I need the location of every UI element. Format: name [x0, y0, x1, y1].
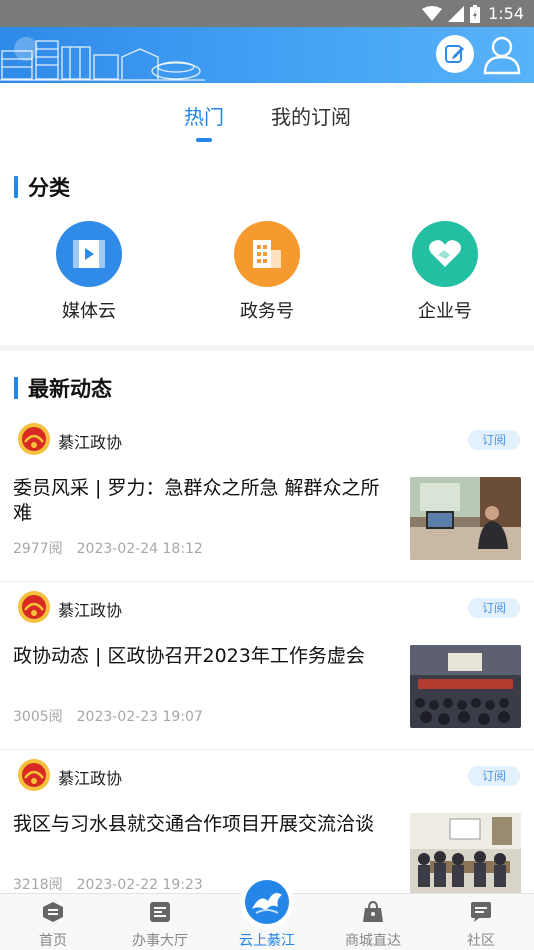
news-thumbnail[interactable]: [410, 645, 521, 728]
status-icons: [422, 4, 481, 23]
category-enterprise[interactable]: 企业号: [385, 221, 505, 323]
nav-label: 首页: [39, 933, 67, 949]
community-icon: [471, 902, 491, 922]
user-profile-button[interactable]: [481, 33, 523, 77]
edit-button[interactable]: [436, 35, 474, 73]
center-app-button[interactable]: [242, 877, 292, 927]
status-bar: 1:54: [0, 0, 534, 27]
edit-icon: [445, 45, 464, 63]
tab-my-subscriptions[interactable]: 我的订阅: [271, 101, 351, 130]
news-meta: 3005阅 2023-02-23 19:07: [13, 706, 203, 726]
news-views: 3005阅: [13, 709, 63, 725]
shopping-bag-icon: [363, 900, 383, 922]
video-icon: [73, 240, 105, 268]
tab-hot[interactable]: 热门: [184, 101, 224, 130]
status-time: 1:54: [488, 4, 524, 23]
section-divider: [0, 345, 534, 351]
nav-label: 商城直达: [345, 933, 401, 949]
section-accent-bar: [14, 176, 18, 198]
news-source-name: 綦江政协: [58, 601, 123, 620]
news-time: 2023-02-23 19:07: [76, 709, 203, 725]
news-title[interactable]: 委员风采 | 罗力：急群众之所急 解群众之所难: [13, 476, 395, 526]
news-thumbnail[interactable]: [410, 477, 521, 560]
news-item[interactable]: 綦江政协 订阅 委员风采 | 罗力：急群众之所急 解群众之所难 2977阅 202…: [0, 414, 534, 582]
battery-icon: [470, 4, 481, 23]
news-thumbnail[interactable]: [410, 813, 521, 896]
news-source-name: 綦江政协: [58, 433, 123, 452]
wifi-icon: [422, 5, 443, 21]
news-section-title: 最新动态: [14, 373, 112, 403]
active-tab-indicator: [196, 138, 212, 142]
subscribe-button[interactable]: 订阅: [468, 598, 520, 618]
user-icon: [483, 36, 521, 75]
categories-title-text: 分类: [28, 176, 70, 200]
news-time: 2023-02-24 18:12: [76, 541, 203, 557]
news-meta: 3218阅 2023-02-22 19:23: [13, 874, 203, 894]
news-title[interactable]: 我区与习水县就交通合作项目开展交流洽谈: [13, 812, 395, 837]
nav-mall[interactable]: 商城直达: [323, 894, 423, 950]
feed-tabs: 热门 我的订阅: [0, 83, 534, 145]
news-views: 3218阅: [13, 877, 63, 893]
signal-icon: [448, 5, 465, 22]
heart-handshake-icon: [429, 240, 461, 267]
service-hall-icon: [150, 902, 170, 922]
cppcc-emblem-icon: [18, 591, 50, 623]
category-media-cloud[interactable]: 媒体云: [29, 221, 149, 323]
home-icon: [43, 902, 63, 922]
nav-community[interactable]: 社区: [431, 894, 531, 950]
nav-home[interactable]: 首页: [3, 894, 103, 950]
category-label: 媒体云: [62, 301, 116, 322]
app-logo-icon: [245, 880, 289, 924]
subscribe-button[interactable]: 订阅: [468, 430, 520, 450]
news-views: 2977阅: [13, 541, 63, 557]
category-government[interactable]: 政务号: [207, 221, 327, 323]
nav-service-hall[interactable]: 办事大厅: [110, 894, 210, 950]
category-icon-bg: [412, 221, 478, 287]
building-icon: [253, 240, 281, 268]
nav-label: 社区: [467, 933, 495, 949]
news-title-text: 最新动态: [28, 377, 112, 401]
news-time: 2023-02-22 19:23: [76, 877, 203, 893]
top-header: [0, 27, 534, 83]
nav-label: 云上綦江: [239, 933, 295, 949]
category-icon-bg: [234, 221, 300, 287]
nav-label: 办事大厅: [132, 933, 188, 949]
cppcc-emblem-icon: [18, 423, 50, 455]
cppcc-emblem-icon: [18, 759, 50, 791]
section-accent-bar: [14, 377, 18, 399]
news-source-name: 綦江政协: [58, 769, 123, 788]
subscribe-button[interactable]: 订阅: [468, 766, 520, 786]
news-meta: 2977阅 2023-02-24 18:12: [13, 538, 203, 558]
news-title[interactable]: 政协动态 | 区政协召开2023年工作务虚会: [13, 644, 395, 669]
category-label: 企业号: [418, 301, 472, 322]
news-item[interactable]: 綦江政协 订阅 政协动态 | 区政协召开2023年工作务虚会 3005阅 2023…: [0, 582, 534, 750]
category-icon-bg: [56, 221, 122, 287]
category-label: 政务号: [240, 301, 294, 322]
city-skyline-banner: [0, 37, 205, 81]
categories-section-title: 分类: [14, 172, 70, 202]
